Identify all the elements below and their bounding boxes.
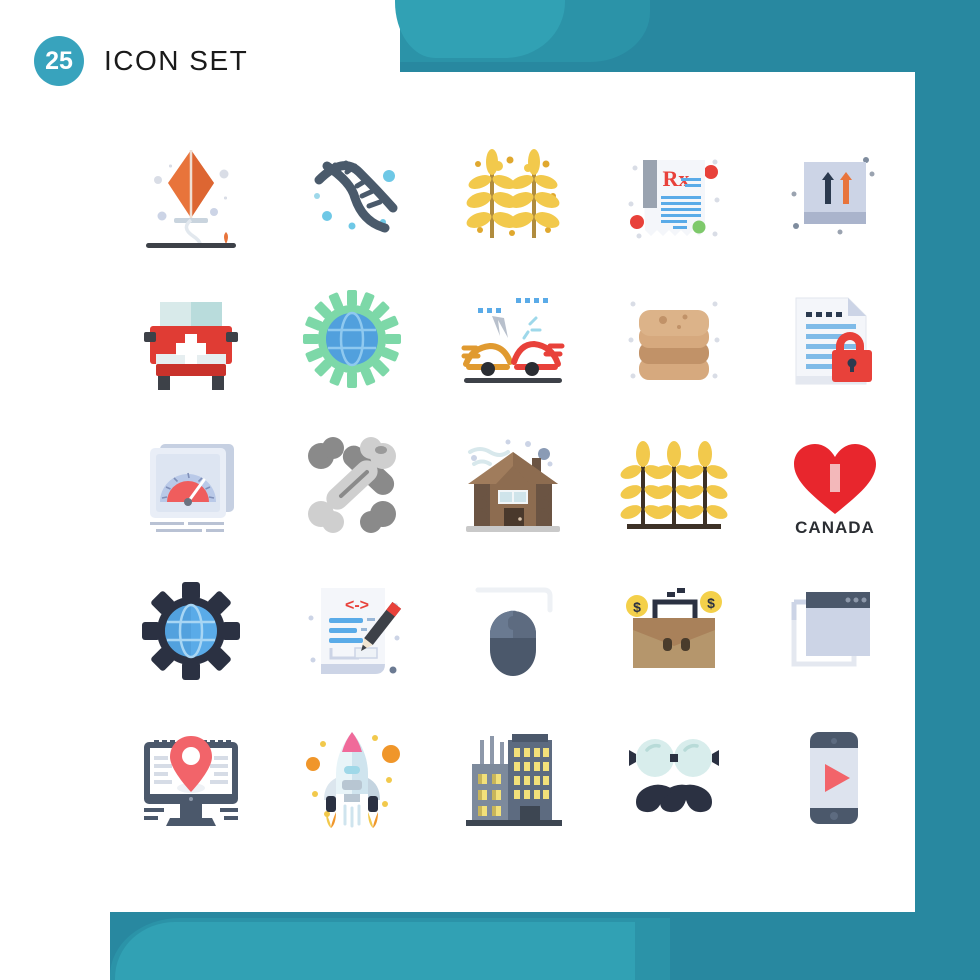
pancakes-icon — [628, 301, 719, 380]
car-accident-icon — [461, 298, 564, 383]
icon-grid: Rx CANADA <-> $ $ — [110, 120, 915, 850]
canada-heart-icon: CANADA — [793, 444, 876, 537]
briefcase-money-icon: $ $ — [625, 588, 722, 668]
icon-set-poster: 25 ICON SET Rx CANADA <-> $ $ — [0, 0, 980, 980]
right-edge-band — [915, 0, 980, 980]
icon-cell[interactable] — [432, 120, 593, 266]
gear-globe-green-icon — [302, 290, 401, 388]
icon-cell[interactable] — [110, 704, 271, 850]
icon-cell[interactable] — [593, 704, 754, 850]
icon-cell[interactable] — [754, 558, 915, 704]
gear-globe-dark-icon — [141, 582, 240, 680]
kite-icon — [145, 150, 236, 248]
up-arrows-box-icon — [791, 157, 874, 235]
icon-cell[interactable] — [754, 120, 915, 266]
icon-cell[interactable] — [110, 558, 271, 704]
icon-cell[interactable] — [110, 412, 271, 558]
icon-cell[interactable] — [110, 120, 271, 266]
icon-cell[interactable] — [593, 266, 754, 412]
icon-cell[interactable]: Rx — [593, 120, 754, 266]
speedometer-icon — [149, 444, 234, 532]
bottom-band-light — [115, 922, 635, 980]
icon-cell[interactable] — [432, 704, 593, 850]
icon-cell[interactable] — [271, 412, 432, 558]
icon-count-badge: 25 — [34, 36, 84, 86]
wheat-two-stalks-icon — [466, 149, 559, 238]
icon-cell[interactable] — [432, 558, 593, 704]
icon-cell[interactable] — [271, 266, 432, 412]
icon-cell[interactable] — [271, 704, 432, 850]
icon-cell[interactable] — [593, 412, 754, 558]
document-lock-icon — [795, 297, 872, 385]
icon-cell[interactable] — [271, 120, 432, 266]
code-document-pencil-icon: <-> — [308, 588, 401, 674]
svg-text:$: $ — [707, 595, 715, 611]
browser-window-icon — [791, 592, 870, 667]
desktop-location-icon — [143, 736, 238, 826]
computer-mouse-icon — [475, 587, 552, 676]
svg-text:$: $ — [633, 599, 641, 615]
icon-cell[interactable]: <-> — [271, 558, 432, 704]
canada-label: CANADA — [795, 518, 875, 537]
icon-cell[interactable] — [754, 704, 915, 850]
rocket-launch-icon — [305, 732, 400, 828]
icon-cell[interactable]: CANADA — [754, 412, 915, 558]
ambulance-icon — [143, 302, 238, 390]
dna-icon — [313, 160, 397, 233]
smartphone-play-icon — [809, 732, 858, 824]
svg-text:<->: <-> — [345, 597, 369, 614]
icon-cell[interactable] — [754, 266, 915, 412]
log-cabin-icon — [465, 439, 560, 532]
crossed-bones-icon — [307, 437, 396, 533]
prescription-rx-icon: Rx — [628, 159, 719, 239]
wheat-field-icon — [620, 441, 727, 529]
icon-cell[interactable] — [432, 412, 593, 558]
icon-cell[interactable] — [110, 266, 271, 412]
poster-header: 25 ICON SET — [34, 36, 248, 86]
icon-cell[interactable]: $ $ — [593, 558, 754, 704]
hipster-mustache-glasses-icon — [628, 739, 719, 813]
icon-cell[interactable] — [432, 266, 593, 412]
page-title: ICON SET — [104, 45, 249, 76]
office-buildings-icon — [465, 734, 562, 826]
